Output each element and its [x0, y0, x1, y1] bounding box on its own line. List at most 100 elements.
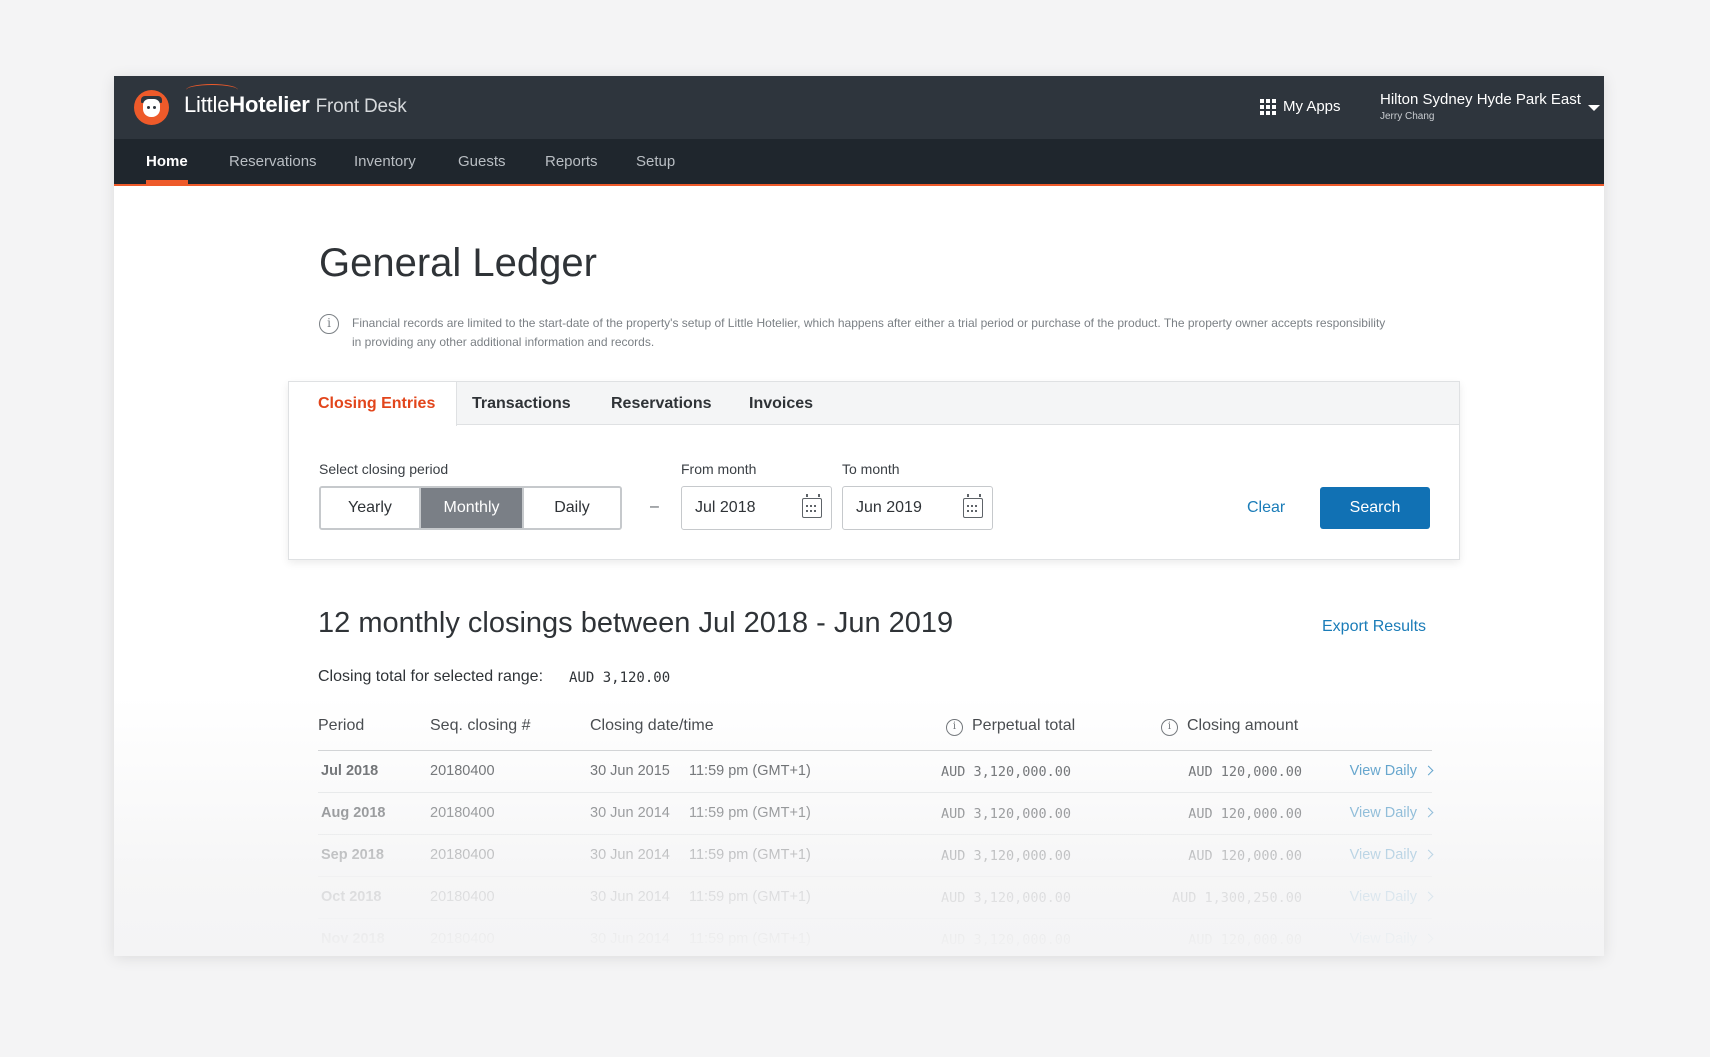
clear-link[interactable]: Clear [1247, 499, 1285, 517]
chevron-right-icon [1423, 891, 1434, 902]
nav-item-guests[interactable]: Guests [458, 139, 506, 184]
col-header-closing: i Closing amount [1161, 717, 1298, 736]
chevron-right-icon [1423, 765, 1434, 776]
view-daily-label: View Daily [1349, 931, 1417, 947]
to-month-value: Jun 2019 [856, 499, 922, 516]
view-daily-link[interactable]: View Daily [1349, 763, 1434, 779]
user-name: Jerry Chang [1380, 111, 1435, 122]
chevron-right-icon [1423, 807, 1434, 818]
nav-item-setup[interactable]: Setup [636, 139, 675, 184]
brand-little: Little [184, 92, 230, 117]
nav-item-inventory[interactable]: Inventory [354, 139, 416, 184]
cell-perpetual: AUD 3,120,000.00 [941, 848, 1072, 864]
cell-perpetual: AUD 3,120,000.00 [941, 764, 1072, 780]
view-daily-label: View Daily [1349, 889, 1417, 905]
cell-date: 30 Jun 2015 [590, 763, 670, 779]
closing-period-label: Select closing period [319, 461, 449, 477]
property-name: Hilton Sydney Hyde Park East [1380, 91, 1581, 108]
cell-closing: AUD 1,300,250.00 [1171, 890, 1302, 906]
cell-date: 30 Jun 2014 [590, 931, 670, 947]
app-window: LittleHotelier Front Desk My Apps Hilton … [114, 76, 1604, 956]
view-daily-label: View Daily [1349, 847, 1417, 863]
nav-item-reports[interactable]: Reports [545, 139, 598, 184]
tab-strip: Closing Entries Transactions Reservation… [289, 382, 1459, 426]
cell-period: Aug 2018 [321, 805, 386, 821]
from-month-label: From month [681, 461, 757, 477]
col-header-period: Period [318, 717, 365, 734]
brand-product: Front Desk [315, 96, 407, 117]
page-title: General Ledger [319, 241, 597, 285]
to-month-field[interactable]: Jun 2019 [842, 486, 993, 530]
range-separator: – [650, 498, 659, 515]
cell-perpetual: AUD 3,120,000.00 [941, 806, 1072, 822]
period-daily-button[interactable]: Daily [522, 488, 620, 528]
tab-reservations[interactable]: Reservations [611, 382, 712, 425]
table-row: Aug 2018 20180400 30 Jun 2014 11:59 pm (GMT… [318, 793, 1434, 835]
cell-period: Nov 2018 [321, 931, 385, 947]
view-daily-label: View Daily [1349, 805, 1417, 821]
search-button[interactable]: Search [1320, 487, 1430, 529]
tab-transactions[interactable]: Transactions [472, 382, 571, 425]
col-header-closing-label: Closing amount [1187, 717, 1299, 734]
table-row: Jul 2018 20180400 30 Jun 2015 11:59 pm (GMT… [318, 751, 1434, 793]
nav-item-home[interactable]: Home [146, 139, 188, 184]
nav-item-reservations[interactable]: Reservations [229, 139, 317, 184]
cell-period: Oct 2018 [321, 889, 382, 905]
account-menu[interactable]: Hilton Sydney Hyde Park East Jerry Chang [1380, 91, 1581, 122]
view-daily-link[interactable]: View Daily [1349, 847, 1434, 863]
main-nav: Home Reservations Inventory Guests Repor… [114, 139, 1604, 186]
filter-card: Closing Entries Transactions Reservation… [288, 381, 1460, 560]
period-yearly-button[interactable]: Yearly [321, 488, 419, 528]
info-text: Financial records are limited to the sta… [352, 316, 1386, 349]
tab-invoices[interactable]: Invoices [749, 382, 813, 425]
my-apps-button[interactable]: My Apps [1260, 98, 1341, 115]
table-row: Oct 2018 20180400 30 Jun 2014 11:59 pm (GMT… [318, 877, 1434, 919]
col-header-perpetual-label: Perpetual total [972, 717, 1076, 734]
info-icon: i [319, 314, 339, 334]
cell-time: 11:59 pm (GMT+1) [689, 889, 811, 905]
view-daily-link[interactable]: View Daily [1349, 805, 1434, 821]
col-header-seq: Seq. closing # [430, 717, 531, 734]
calendar-icon[interactable] [802, 494, 822, 518]
tab-closing-entries[interactable]: Closing Entries [289, 382, 458, 426]
closing-total-label: Closing total for selected range: [318, 668, 544, 685]
results-title: 12 monthly closings between Jul 2018 - J… [318, 607, 954, 639]
brand-wordmark[interactable]: LittleHotelier Front Desk [184, 92, 407, 118]
cell-period: Jul 2018 [321, 763, 379, 779]
cell-closing: AUD 120,000.00 [1188, 932, 1302, 948]
cell-closing: AUD 120,000.00 [1188, 764, 1302, 780]
cell-date: 30 Jun 2014 [590, 889, 670, 905]
from-month-field[interactable]: Jul 2018 [681, 486, 832, 530]
from-month-value: Jul 2018 [695, 499, 756, 516]
table-row: Nov 2018 20180400 30 Jun 2014 11:59 pm (GMT… [318, 919, 1434, 956]
table-row: Sep 2018 20180400 30 Jun 2014 11:59 pm (GMT… [318, 835, 1434, 877]
cell-time: 11:59 pm (GMT+1) [689, 931, 811, 947]
info-icon[interactable]: i [1161, 719, 1178, 736]
top-bar: LittleHotelier Front Desk My Apps Hilton … [114, 76, 1604, 139]
chevron-right-icon [1423, 849, 1434, 860]
cell-period: Sep 2018 [321, 847, 384, 863]
chevron-right-icon [1423, 933, 1434, 944]
view-daily-link[interactable]: View Daily [1349, 931, 1434, 947]
cell-closing: AUD 120,000.00 [1188, 806, 1302, 822]
cell-time: 11:59 pm (GMT+1) [689, 805, 811, 821]
to-month-label: To month [842, 461, 900, 477]
cell-seq: 20180400 [430, 763, 495, 779]
cell-seq: 20180400 [430, 805, 495, 821]
cell-seq: 20180400 [430, 889, 495, 905]
brand-hotelier: Hotelier [229, 92, 310, 117]
export-results-link[interactable]: Export Results [1322, 618, 1426, 636]
cell-date: 30 Jun 2014 [590, 805, 670, 821]
my-apps-label: My Apps [1283, 98, 1341, 115]
info-icon[interactable]: i [946, 719, 963, 736]
cell-date: 30 Jun 2014 [590, 847, 670, 863]
little-hotelier-logo-icon[interactable] [134, 90, 169, 125]
cell-perpetual: AUD 3,120,000.00 [941, 890, 1072, 906]
closing-period-toggle: Yearly Monthly Daily [319, 486, 622, 530]
period-monthly-button[interactable]: Monthly [419, 488, 522, 528]
chevron-down-icon[interactable] [1588, 105, 1600, 111]
cell-seq: 20180400 [430, 847, 495, 863]
view-daily-link[interactable]: View Daily [1349, 889, 1434, 905]
view-daily-label: View Daily [1349, 763, 1417, 779]
calendar-icon[interactable] [963, 494, 983, 518]
